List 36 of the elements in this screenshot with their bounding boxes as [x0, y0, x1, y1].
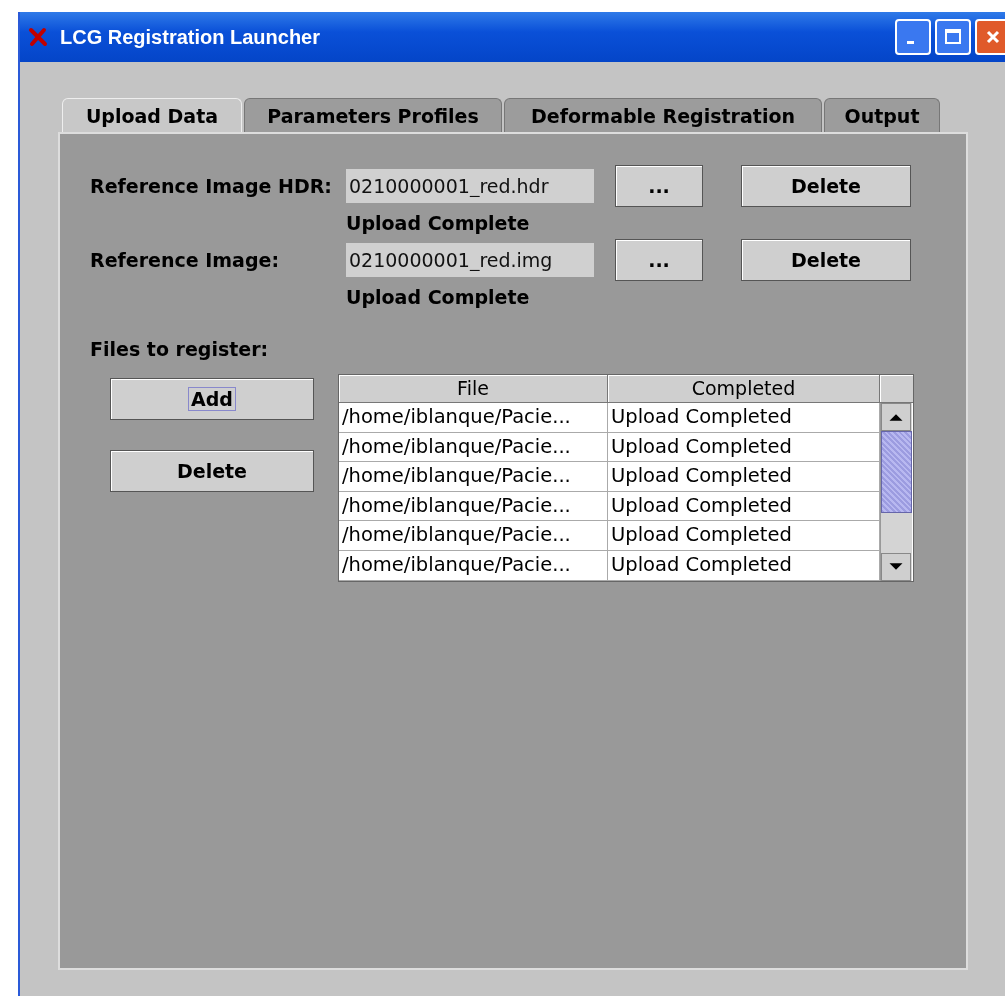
scroll-down-icon[interactable] — [881, 552, 911, 581]
scrollbar[interactable] — [880, 403, 912, 581]
tab[interactable]: Parameters Profiles — [244, 98, 502, 132]
maximize-button[interactable] — [935, 19, 971, 55]
tab[interactable]: Deformable Registration — [504, 98, 822, 132]
minimize-button[interactable] — [895, 19, 931, 55]
maximize-icon — [943, 27, 963, 47]
column-header[interactable]: Completed — [608, 375, 880, 403]
window-title: LCG Registration Launcher — [60, 25, 321, 49]
close-button[interactable] — [975, 19, 1005, 55]
file-button[interactable]: Delete — [110, 450, 314, 492]
table-cell: /home/iblanque/Pacie... — [339, 432, 608, 462]
upload-status: Upload Complete — [346, 212, 530, 234]
tab[interactable]: Output — [824, 98, 940, 132]
file-field[interactable]: 0210000001_red.hdr — [346, 169, 594, 203]
cross-icon — [28, 27, 48, 47]
browse-button[interactable]: ... — [615, 239, 703, 281]
field-label: Reference Image: — [90, 249, 280, 271]
file-field[interactable]: 0210000001_red.img — [346, 243, 594, 277]
upload-status: Upload Complete — [346, 286, 530, 308]
minimize-icon — [906, 40, 914, 44]
scroll-up-icon[interactable] — [881, 403, 911, 431]
delete-button[interactable]: Delete — [741, 239, 911, 281]
browse-button[interactable]: ... — [615, 165, 703, 207]
table-cell: /home/iblanque/Pacie... — [339, 550, 608, 580]
column-header[interactable]: File — [339, 375, 608, 403]
table-cell: /home/iblanque/Pacie... — [339, 491, 608, 521]
section-label: Files to register: — [90, 338, 269, 360]
tab[interactable]: Upload Data — [62, 98, 242, 132]
scroll-thumb[interactable] — [881, 431, 912, 513]
field-label: Reference Image HDR: — [90, 175, 333, 197]
table-cell: /home/iblanque/Pacie... — [339, 403, 608, 432]
file-button[interactable]: Add — [110, 378, 314, 420]
table-cell: /home/iblanque/Pacie... — [339, 462, 608, 491]
delete-button[interactable]: Delete — [741, 165, 911, 207]
table-cell: /home/iblanque/Pacie... — [339, 521, 608, 550]
